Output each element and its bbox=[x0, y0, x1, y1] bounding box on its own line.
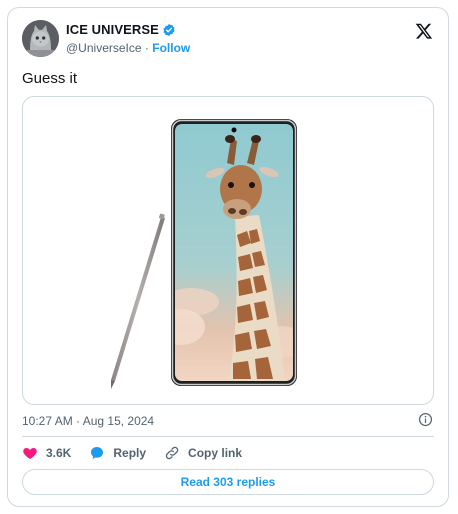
verified-badge-icon bbox=[163, 23, 175, 36]
copy-link-button[interactable]: Copy link bbox=[164, 445, 242, 461]
copy-link-label: Copy link bbox=[188, 446, 243, 460]
reply-bubble-icon bbox=[91, 447, 104, 459]
phone-giraffe-image bbox=[111, 119, 297, 389]
reply-button[interactable]: Reply bbox=[89, 445, 146, 461]
like-count: 3.6K bbox=[46, 446, 72, 460]
handle-separator: · bbox=[144, 41, 149, 55]
reply-label: Reply bbox=[113, 446, 147, 460]
author-display-name[interactable]: ICE UNIVERSE bbox=[66, 22, 159, 37]
author-name-row: ICE UNIVERSE bbox=[66, 22, 176, 37]
like-button[interactable]: 3.6K bbox=[22, 445, 71, 461]
tweet-card: ICE UNIVERSE @UniverseIce · Follow Guess… bbox=[7, 7, 449, 507]
tweet-timestamp[interactable]: 10:27 AM · Aug 15, 2024 bbox=[22, 414, 154, 428]
link-icon bbox=[165, 446, 179, 460]
read-replies-label: Read 303 replies bbox=[180, 475, 276, 489]
divider bbox=[22, 436, 434, 437]
heart-icon bbox=[23, 448, 37, 459]
follow-link[interactable]: Follow bbox=[152, 41, 190, 55]
stylus-icon bbox=[111, 213, 165, 389]
author-handle[interactable]: @UniverseIce bbox=[66, 41, 142, 55]
tweet-text: Guess it bbox=[22, 70, 78, 87]
author-handle-row: @UniverseIce · Follow bbox=[66, 41, 190, 55]
info-icon[interactable] bbox=[418, 412, 433, 427]
action-bar: 3.6K Reply Copy link bbox=[22, 445, 260, 461]
avatar[interactable] bbox=[22, 20, 59, 57]
tweet-media[interactable] bbox=[22, 96, 434, 405]
read-replies-button[interactable]: Read 303 replies bbox=[22, 469, 434, 495]
cat-avatar-icon bbox=[22, 20, 59, 57]
x-logo-icon[interactable] bbox=[415, 22, 433, 40]
